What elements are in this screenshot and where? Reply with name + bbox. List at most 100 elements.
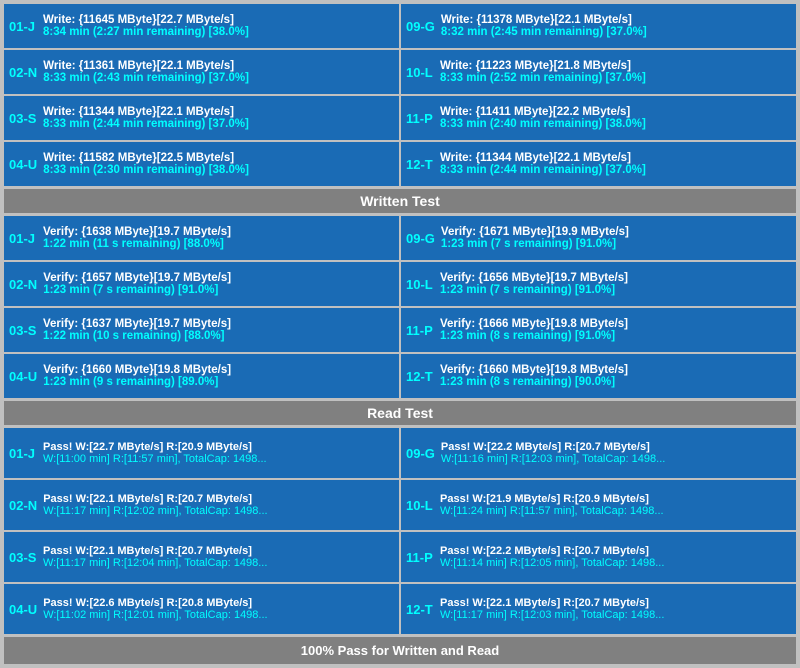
cell-content-7: Pass! W:[22.1 MByte/s] R:[20.7 MByte/s]W…	[440, 597, 791, 621]
cell-label-1: 09-G	[406, 446, 435, 461]
main-container: 01-JWrite: {11645 MByte}[22.7 MByte/s]8:…	[0, 0, 800, 668]
cell-line1-5: Verify: {1666 MByte}[19.8 MByte/s]	[440, 318, 791, 330]
cell-content-6: Pass! W:[22.6 MByte/s] R:[20.8 MByte/s]W…	[43, 597, 394, 621]
cell-line2-0: 8:34 min (2:27 min remaining) [38.0%]	[43, 26, 394, 38]
cell-line1-1: Pass! W:[22.2 MByte/s] R:[20.7 MByte/s]	[441, 441, 791, 453]
cell-line2-6: 1:23 min (9 s remaining) [89.0%]	[43, 376, 394, 388]
cell-line1-7: Pass! W:[22.1 MByte/s] R:[20.7 MByte/s]	[440, 597, 791, 609]
cell-label-7: 12-T	[406, 369, 434, 384]
cell-line1-3: Verify: {1656 MByte}[19.7 MByte/s]	[440, 272, 791, 284]
grid-cell-3: 10-L Pass! W:[21.9 MByte/s] R:[20.9 MByte…	[401, 480, 796, 530]
cell-line1-2: Pass! W:[22.1 MByte/s] R:[20.7 MByte/s]	[43, 493, 394, 505]
cell-content-4: Verify: {1637 MByte}[19.7 MByte/s]1:22 m…	[43, 318, 394, 342]
cell-line2-4: 8:33 min (2:44 min remaining) [37.0%]	[43, 118, 394, 130]
cell-line1-0: Pass! W:[22.7 MByte/s] R:[20.9 MByte/s]	[43, 441, 394, 453]
cell-line2-2: 8:33 min (2:43 min remaining) [37.0%]	[43, 72, 394, 84]
cell-content-6: Write: {11582 MByte}[22.5 MByte/s]8:33 m…	[43, 152, 394, 176]
cell-line2-1: 1:23 min (7 s remaining) [91.0%]	[441, 238, 791, 250]
cell-line1-5: Write: {11411 MByte}[22.2 MByte/s]	[440, 106, 791, 118]
cell-label-3: 10-L	[406, 277, 434, 292]
cell-content-0: Pass! W:[22.7 MByte/s] R:[20.9 MByte/s]W…	[43, 441, 394, 465]
cell-line2-2: W:[11:17 min] R:[12:02 min], TotalCap: 1…	[43, 505, 394, 517]
cell-content-2: Pass! W:[22.1 MByte/s] R:[20.7 MByte/s]W…	[43, 493, 394, 517]
cell-content-1: Pass! W:[22.2 MByte/s] R:[20.7 MByte/s]W…	[441, 441, 791, 465]
grid-cell-5: 11-P Write: {11411 MByte}[22.2 MByte/s]8:…	[401, 96, 796, 140]
cell-content-0: Verify: {1638 MByte}[19.7 MByte/s]1:22 m…	[43, 226, 394, 250]
cell-label-4: 03-S	[9, 111, 37, 126]
cell-line2-0: 1:22 min (11 s remaining) [88.0%]	[43, 238, 394, 250]
grid-cell-2: 02-N Pass! W:[22.1 MByte/s] R:[20.7 MByte…	[4, 480, 399, 530]
cell-content-1: Write: {11378 MByte}[22.1 MByte/s]8:32 m…	[441, 14, 791, 38]
cell-content-0: Write: {11645 MByte}[22.7 MByte/s]8:34 m…	[43, 14, 394, 38]
write-header: Written Test	[4, 189, 796, 213]
cell-label-0: 01-J	[9, 19, 37, 34]
cell-content-7: Verify: {1660 MByte}[19.8 MByte/s]1:23 m…	[440, 364, 791, 388]
cell-label-4: 03-S	[9, 550, 37, 565]
cell-label-2: 02-N	[9, 498, 37, 513]
cell-line1-7: Write: {11344 MByte}[22.1 MByte/s]	[440, 152, 791, 164]
cell-line1-0: Write: {11645 MByte}[22.7 MByte/s]	[43, 14, 394, 26]
cell-label-6: 04-U	[9, 369, 37, 384]
write-section: 01-JWrite: {11645 MByte}[22.7 MByte/s]8:…	[4, 4, 796, 213]
grid-cell-1: 09-G Verify: {1671 MByte}[19.9 MByte/s]1:…	[401, 216, 796, 260]
cell-label-4: 03-S	[9, 323, 37, 338]
cell-content-3: Verify: {1656 MByte}[19.7 MByte/s]1:23 m…	[440, 272, 791, 296]
verify-grid: 01-JVerify: {1638 MByte}[19.7 MByte/s]1:…	[4, 216, 796, 398]
cell-label-0: 01-J	[9, 231, 37, 246]
cell-label-1: 09-G	[406, 19, 435, 34]
grid-cell-0: 01-J Verify: {1638 MByte}[19.7 MByte/s]1:…	[4, 216, 399, 260]
cell-line1-5: Pass! W:[22.2 MByte/s] R:[20.7 MByte/s]	[440, 545, 791, 557]
cell-line2-3: 1:23 min (7 s remaining) [91.0%]	[440, 284, 791, 296]
cell-line2-1: 8:32 min (2:45 min remaining) [37.0%]	[441, 26, 791, 38]
grid-cell-3: 10-L Verify: {1656 MByte}[19.7 MByte/s]1:…	[401, 262, 796, 306]
cell-label-5: 11-P	[406, 111, 434, 126]
grid-cell-4: 03-S Pass! W:[22.1 MByte/s] R:[20.7 MByte…	[4, 532, 399, 582]
cell-content-3: Pass! W:[21.9 MByte/s] R:[20.9 MByte/s]W…	[440, 493, 791, 517]
grid-cell-5: 11-PVerify: {1666 MByte}[19.8 MByte/s]1:…	[401, 308, 796, 352]
cell-content-2: Verify: {1657 MByte}[19.7 MByte/s]1:23 m…	[43, 272, 394, 296]
cell-content-4: Pass! W:[22.1 MByte/s] R:[20.7 MByte/s]W…	[43, 545, 394, 569]
cell-line2-3: 8:33 min (2:52 min remaining) [37.0%]	[440, 72, 791, 84]
cell-line2-6: 8:33 min (2:30 min remaining) [38.0%]	[43, 164, 394, 176]
cell-label-5: 11-P	[406, 323, 434, 338]
cell-content-5: Write: {11411 MByte}[22.2 MByte/s]8:33 m…	[440, 106, 791, 130]
cell-line1-4: Verify: {1637 MByte}[19.7 MByte/s]	[43, 318, 394, 330]
grid-cell-4: 03-S Write: {11344 MByte}[22.1 MByte/s]8:…	[4, 96, 399, 140]
grid-cell-0: 01-J Write: {11645 MByte}[22.7 MByte/s]8:…	[4, 4, 399, 48]
cell-line2-0: W:[11:00 min] R:[11:57 min], TotalCap: 1…	[43, 453, 394, 465]
cell-content-2: Write: {11361 MByte}[22.1 MByte/s]8:33 m…	[43, 60, 394, 84]
grid-cell-7: 12-TPass! W:[22.1 MByte/s] R:[20.7 MByte…	[401, 584, 796, 634]
cell-label-3: 10-L	[406, 498, 434, 513]
cell-label-2: 02-N	[9, 277, 37, 292]
read-section: 01-J Pass! W:[22.7 MByte/s] R:[20.9 MByte…	[4, 428, 796, 634]
cell-label-1: 09-G	[406, 231, 435, 246]
read-test-header: Read Test	[4, 401, 796, 425]
grid-cell-3: 10-L Write: {11223 MByte}[21.8 MByte/s]8:…	[401, 50, 796, 94]
cell-line2-3: W:[11:24 min] R:[11:57 min], TotalCap: 1…	[440, 505, 791, 517]
cell-line1-4: Write: {11344 MByte}[22.1 MByte/s]	[43, 106, 394, 118]
cell-line1-6: Verify: {1660 MByte}[19.8 MByte/s]	[43, 364, 394, 376]
grid-cell-7: 12-T Write: {11344 MByte}[22.1 MByte/s]8:…	[401, 142, 796, 186]
cell-line1-1: Verify: {1671 MByte}[19.9 MByte/s]	[441, 226, 791, 238]
cell-line2-1: W:[11:16 min] R:[12:03 min], TotalCap: 1…	[441, 453, 791, 465]
grid-cell-7: 12-T Verify: {1660 MByte}[19.8 MByte/s]1:…	[401, 354, 796, 398]
write-grid: 01-JWrite: {11645 MByte}[22.7 MByte/s]8:…	[4, 4, 796, 186]
cell-content-5: Pass! W:[22.2 MByte/s] R:[20.7 MByte/s]W…	[440, 545, 791, 569]
cell-label-6: 04-U	[9, 157, 37, 172]
cell-label-5: 11-P	[406, 550, 434, 565]
cell-line1-1: Write: {11378 MByte}[22.1 MByte/s]	[441, 14, 791, 26]
cell-content-3: Write: {11223 MByte}[21.8 MByte/s]8:33 m…	[440, 60, 791, 84]
cell-line1-0: Verify: {1638 MByte}[19.7 MByte/s]	[43, 226, 394, 238]
cell-line2-2: 1:23 min (7 s remaining) [91.0%]	[43, 284, 394, 296]
cell-label-7: 12-T	[406, 157, 434, 172]
cell-line2-7: 1:23 min (8 s remaining) [90.0%]	[440, 376, 791, 388]
cell-line2-7: 8:33 min (2:44 min remaining) [37.0%]	[440, 164, 791, 176]
grid-cell-2: 02-NWrite: {11361 MByte}[22.1 MByte/s]8:…	[4, 50, 399, 94]
cell-line1-2: Verify: {1657 MByte}[19.7 MByte/s]	[43, 272, 394, 284]
read-grid: 01-J Pass! W:[22.7 MByte/s] R:[20.9 MByte…	[4, 428, 796, 634]
grid-cell-6: 04-UPass! W:[22.6 MByte/s] R:[20.8 MByte…	[4, 584, 399, 634]
cell-label-3: 10-L	[406, 65, 434, 80]
cell-line2-4: W:[11:17 min] R:[12:04 min], TotalCap: 1…	[43, 557, 394, 569]
grid-cell-1: 09-G Write: {11378 MByte}[22.1 MByte/s]8:…	[401, 4, 796, 48]
cell-label-0: 01-J	[9, 446, 37, 461]
